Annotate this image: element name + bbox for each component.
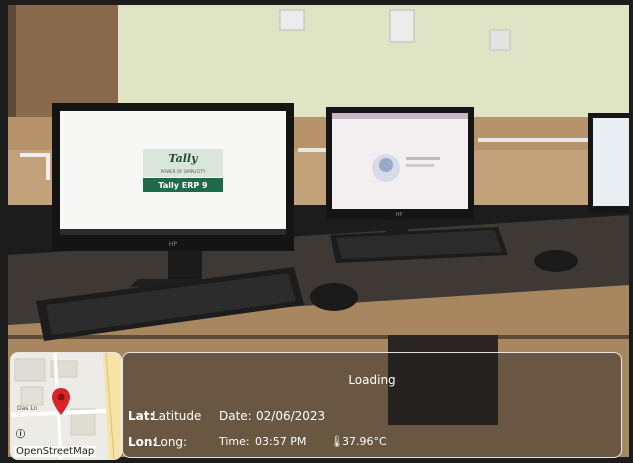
info-icon[interactable]: ⓘ: [16, 427, 25, 440]
door: [16, 5, 118, 117]
map-attribution[interactable]: OpenStreetMap: [14, 446, 97, 457]
monitor-left-brand: HP: [169, 241, 178, 248]
tally-product: Tally ERP 9: [158, 181, 208, 190]
time-value: 03:57 PM: [255, 435, 307, 448]
longitude-label: Lon:: [128, 435, 158, 449]
geo-info-panel: Loading Lat: Latitude Lon: Long: Date: 0…: [122, 352, 622, 458]
tally-tagline: POWER OF SIMPLICITY: [161, 169, 206, 174]
loading-status: Loading: [348, 373, 396, 387]
date-label: Date:: [219, 409, 252, 423]
latitude-value: Latitude: [152, 409, 202, 423]
latitude-label: Lat:: [128, 409, 155, 423]
monitor-right-brand: HP: [396, 212, 403, 218]
time-label: Time:: [219, 435, 250, 448]
mouse-right: [534, 250, 578, 272]
monitor-right-screen: [332, 113, 468, 209]
map-street-label: Das Ln: [17, 405, 38, 412]
tally-logo: Tally: [168, 152, 199, 165]
location-pin-icon: [52, 388, 70, 415]
temperature-value: 37.96°C: [342, 435, 387, 448]
date-value: 02/06/2023: [256, 409, 326, 423]
longitude-value: Long:: [154, 435, 188, 449]
location-map[interactable]: Das Ln ⓘ OpenStreetMap: [10, 352, 122, 460]
mouse-left: [310, 283, 358, 311]
